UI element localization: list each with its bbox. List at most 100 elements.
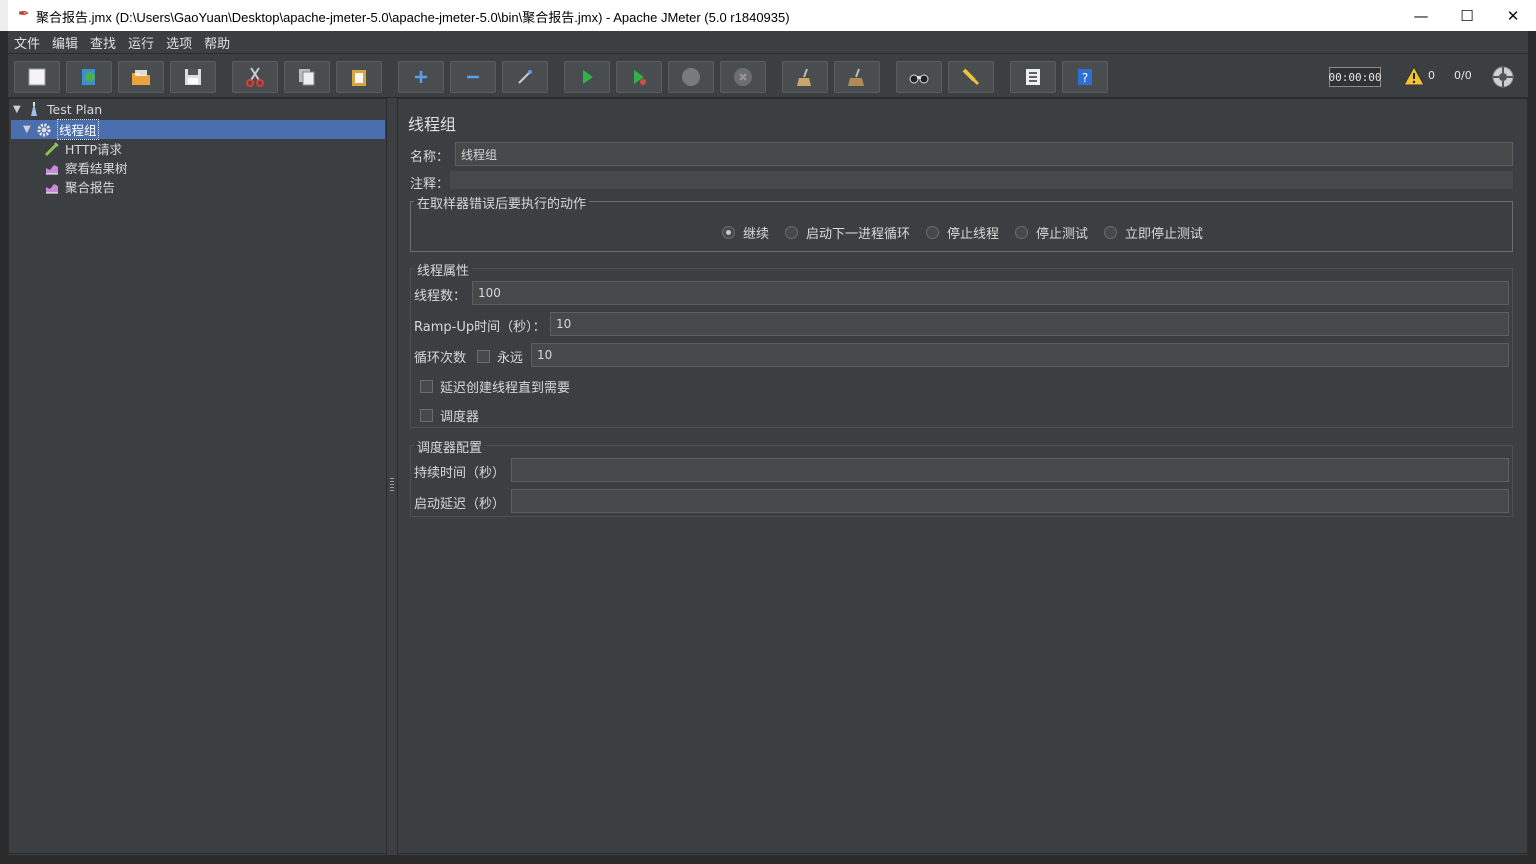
- pane-splitter[interactable]: [388, 98, 396, 854]
- warning-icon[interactable]: [1403, 66, 1425, 86]
- window-title: 聚合报告.jmx (D:\Users\GaoYuan\Desktop\apach…: [36, 10, 790, 25]
- menu-edit[interactable]: 编辑: [46, 33, 84, 52]
- paste-button[interactable]: [336, 61, 382, 93]
- listener-chart-icon: [43, 178, 61, 196]
- tree-node-view-results-tree[interactable]: 察看结果树: [43, 158, 128, 177]
- menu-file[interactable]: 文件: [8, 33, 46, 52]
- tree-node-aggregate-report[interactable]: 聚合报告: [43, 177, 115, 196]
- thread-properties-legend: 线程属性: [414, 260, 473, 279]
- templates-icon: [82, 69, 95, 85]
- radio-icon[interactable]: [1104, 226, 1117, 239]
- threads-input[interactable]: [472, 281, 1509, 305]
- listener-chart-icon: [43, 159, 61, 177]
- search-button[interactable]: [896, 61, 942, 93]
- name-label: 名称：: [410, 150, 450, 165]
- cut-button[interactable]: [232, 61, 278, 93]
- checkbox-label: 延迟创建线程直到需要: [440, 381, 571, 396]
- active-threads-ratio: 0/0: [1454, 69, 1472, 82]
- expand-arrow-icon[interactable]: ▼: [13, 104, 25, 115]
- menu-help[interactable]: 帮助: [198, 33, 236, 52]
- radio-continue[interactable]: 继续: [722, 223, 769, 242]
- maximize-button[interactable]: ☐: [1444, 0, 1490, 31]
- help-button[interactable]: ?: [1062, 61, 1108, 93]
- radio-label: 继续: [743, 227, 770, 242]
- checkbox-icon[interactable]: [420, 409, 433, 422]
- forever-checkbox[interactable]: 永远: [477, 347, 523, 366]
- radio-start-next-loop[interactable]: 启动下一进程循环: [785, 223, 910, 242]
- tree-node-test-plan[interactable]: ▼ Test Plan: [13, 100, 102, 119]
- scheduler-checkbox[interactable]: 调度器: [420, 406, 479, 425]
- expand-all-button[interactable]: [398, 61, 444, 93]
- scheduler-config-legend: 调度器配置: [414, 437, 486, 456]
- menu-run[interactable]: 运行: [122, 33, 160, 52]
- checkbox-label: 永远: [497, 351, 524, 366]
- radio-selected-icon[interactable]: [722, 226, 735, 239]
- panel-title: 线程组: [408, 115, 457, 134]
- menu-search[interactable]: 查找: [84, 33, 122, 52]
- stop-button[interactable]: [668, 61, 714, 93]
- reset-search-button[interactable]: [948, 61, 994, 93]
- start-button[interactable]: [564, 61, 610, 93]
- warning-count: 0: [1428, 69, 1435, 82]
- help-icon: ?: [1078, 69, 1092, 85]
- comment-input[interactable]: [450, 171, 1513, 189]
- open-button[interactable]: [118, 61, 164, 93]
- tree-node-http-request[interactable]: HTTP请求: [43, 139, 122, 158]
- clear-all-button[interactable]: [834, 61, 880, 93]
- tree-node-label: 线程组: [57, 119, 99, 140]
- radio-icon[interactable]: [926, 226, 939, 239]
- start-no-pauses-button[interactable]: [616, 61, 662, 93]
- checkbox-icon[interactable]: [477, 350, 490, 363]
- new-button[interactable]: [14, 61, 60, 93]
- duration-input[interactable]: [511, 458, 1509, 482]
- list-icon: [1026, 69, 1040, 85]
- toggle-button[interactable]: [502, 61, 548, 93]
- stop-icon: [682, 68, 700, 86]
- radio-icon[interactable]: [1015, 226, 1028, 239]
- play-icon: [583, 70, 593, 84]
- plus-icon: [415, 71, 427, 83]
- window-right-edge: [1528, 31, 1536, 864]
- delay-thread-creation-checkbox[interactable]: 延迟创建线程直到需要: [420, 377, 570, 396]
- collapse-all-button[interactable]: [450, 61, 496, 93]
- expand-arrow-icon[interactable]: ▼: [23, 124, 35, 135]
- paste-clipboard-icon: [352, 70, 366, 86]
- threads-label: 线程数：: [414, 289, 467, 304]
- splitter-grip-icon[interactable]: [390, 478, 394, 492]
- broom-all-icon: [848, 68, 864, 86]
- shutdown-icon: [734, 68, 752, 86]
- title-bar: ✒ 聚合报告.jmx (D:\Users\GaoYuan\Desktop\apa…: [0, 0, 1536, 31]
- function-helper-button[interactable]: [1010, 61, 1056, 93]
- svg-text:?: ?: [1082, 71, 1088, 85]
- shutdown-button[interactable]: [720, 61, 766, 93]
- radio-stop-thread[interactable]: 停止线程: [926, 223, 999, 242]
- radio-stop-test-now[interactable]: 立即停止测试: [1104, 223, 1203, 242]
- thread-group-editor: 线程组 名称： 注释： 在取样器错误后要执行的动作 继续 启动下一进程循环 停止…: [397, 98, 1528, 854]
- window-left-edge: [0, 31, 8, 864]
- scissors-icon: [246, 67, 264, 87]
- elapsed-timer: 00:00:00: [1329, 67, 1382, 87]
- templates-button[interactable]: [66, 61, 112, 93]
- loop-count-input[interactable]: [531, 343, 1509, 367]
- clear-button[interactable]: [782, 61, 828, 93]
- minimize-button[interactable]: —: [1398, 0, 1444, 31]
- startup-delay-label: 启动延迟（秒）: [414, 497, 506, 512]
- toggle-wand-icon: [518, 70, 532, 84]
- rampup-input[interactable]: [550, 312, 1509, 336]
- name-input[interactable]: [455, 142, 1513, 166]
- duration-label: 持续时间（秒）: [414, 466, 506, 481]
- binoculars-icon: [909, 74, 929, 84]
- pipette-icon: [43, 140, 61, 158]
- radio-label: 启动下一进程循环: [806, 227, 911, 242]
- tree-node-thread-group[interactable]: ▼ 线程组: [23, 119, 99, 140]
- copy-button[interactable]: [284, 61, 330, 93]
- startup-delay-input[interactable]: [511, 489, 1509, 513]
- radio-stop-test[interactable]: 停止测试: [1015, 223, 1088, 242]
- radio-icon[interactable]: [785, 226, 798, 239]
- menu-bar: 文件 编辑 查找 运行 选项 帮助: [8, 31, 1528, 54]
- checkbox-icon[interactable]: [420, 380, 433, 393]
- save-button[interactable]: [170, 61, 216, 93]
- close-button[interactable]: ✕: [1490, 0, 1536, 31]
- menu-options[interactable]: 选项: [160, 33, 198, 52]
- checkbox-label: 调度器: [440, 410, 480, 425]
